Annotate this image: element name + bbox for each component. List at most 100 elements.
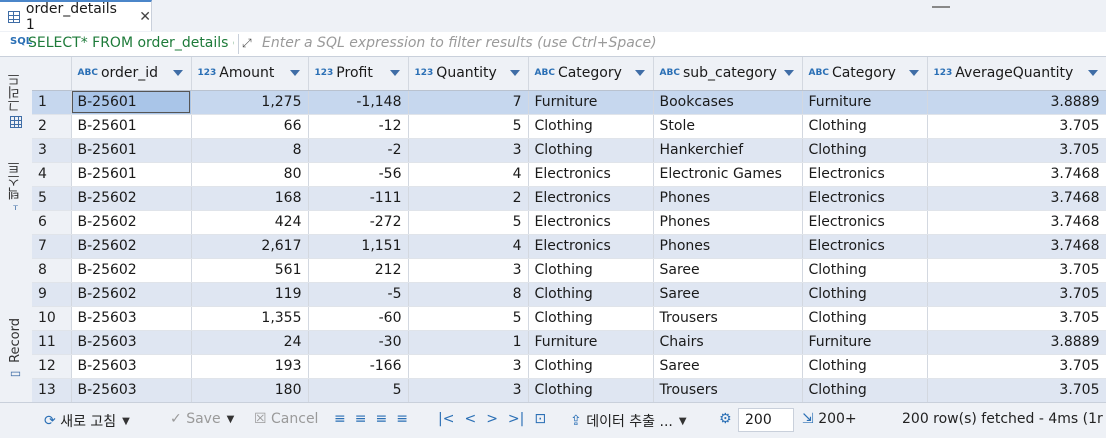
- table-cell[interactable]: 3.7468: [927, 186, 1106, 211]
- table-cell[interactable]: Furniture: [802, 330, 928, 355]
- export-button[interactable]: ⇪ 데이터 추출 ... ▼: [570, 411, 687, 431]
- table-cell[interactable]: B-25602: [71, 282, 192, 307]
- table-cell[interactable]: 3: [408, 258, 529, 283]
- chevron-down-icon[interactable]: [908, 70, 919, 76]
- table-cell[interactable]: 168: [191, 186, 309, 211]
- table-cell[interactable]: Clothing: [802, 258, 928, 283]
- table-cell[interactable]: 24: [191, 330, 309, 355]
- table-row[interactable]: 12 B-25603 193 -166 3 Clothing Saree Clo…: [32, 354, 1106, 379]
- column-header[interactable]: 123 AverageQuantity: [927, 57, 1106, 91]
- table-cell[interactable]: Clothing: [802, 138, 928, 163]
- table-cell[interactable]: Stole: [653, 114, 803, 139]
- table-cell[interactable]: -166: [308, 354, 409, 379]
- table-cell[interactable]: 3.705: [927, 114, 1106, 139]
- add-row-icon[interactable]: ≡: [355, 411, 367, 427]
- table-cell[interactable]: -272: [308, 210, 409, 235]
- table-cell[interactable]: 2,617: [191, 234, 309, 259]
- table-cell[interactable]: 3.705: [927, 378, 1106, 403]
- row-number[interactable]: 11: [32, 330, 72, 355]
- table-cell[interactable]: 7: [408, 90, 529, 115]
- table-cell[interactable]: 8: [408, 282, 529, 307]
- table-row[interactable]: 1 B-25601 1,275 -1,148 7 Furniture Bookc…: [32, 90, 1106, 115]
- table-cell[interactable]: 561: [191, 258, 309, 283]
- table-cell[interactable]: Electronics: [528, 210, 654, 235]
- row-number[interactable]: 12: [32, 354, 72, 379]
- table-row[interactable]: 8 B-25602 561 212 3 Clothing Saree Cloth…: [32, 258, 1106, 283]
- table-cell[interactable]: -56: [308, 162, 409, 187]
- row-number[interactable]: 6: [32, 210, 72, 235]
- table-cell[interactable]: Electronics: [802, 234, 928, 259]
- chevron-down-icon[interactable]: ▼: [227, 414, 235, 425]
- table-cell[interactable]: Bookcases: [653, 90, 803, 115]
- table-cell[interactable]: B-25601: [71, 138, 192, 163]
- table-row[interactable]: 9 B-25602 119 -5 8 Clothing Saree Clothi…: [32, 282, 1106, 307]
- table-cell[interactable]: B-25602: [71, 186, 192, 211]
- row-number[interactable]: 2: [32, 114, 72, 139]
- table-cell[interactable]: 119: [191, 282, 309, 307]
- table-cell[interactable]: Clothing: [528, 138, 654, 163]
- table-cell[interactable]: B-25602: [71, 234, 192, 259]
- table-cell[interactable]: Phones: [653, 210, 803, 235]
- table-cell[interactable]: B-25603: [71, 378, 192, 403]
- close-icon[interactable]: ✕: [139, 9, 151, 25]
- column-header[interactable]: ABC order_id: [71, 57, 192, 91]
- table-row[interactable]: 3 B-25601 8 -2 3 Clothing Hankerchief Cl…: [32, 138, 1106, 163]
- chevron-down-icon[interactable]: ▼: [679, 416, 687, 427]
- row-number[interactable]: 5: [32, 186, 72, 211]
- table-cell[interactable]: -30: [308, 330, 409, 355]
- chevron-down-icon[interactable]: [1087, 70, 1098, 76]
- table-cell[interactable]: 80: [191, 162, 309, 187]
- fetch-more-button[interactable]: ⇲ 200+: [802, 411, 857, 427]
- table-cell[interactable]: B-25601: [71, 90, 192, 115]
- chevron-down-icon[interactable]: [509, 70, 520, 76]
- table-cell[interactable]: 3.8889: [927, 90, 1106, 115]
- table-cell[interactable]: Electronic Games: [653, 162, 803, 187]
- table-cell[interactable]: 3.705: [927, 258, 1106, 283]
- table-cell[interactable]: Clothing: [802, 306, 928, 331]
- table-cell[interactable]: B-25603: [71, 306, 192, 331]
- save-button[interactable]: ✓ Save ▼: [170, 411, 234, 427]
- gear-icon[interactable]: ⚙: [719, 411, 732, 427]
- prev-icon[interactable]: <: [464, 411, 476, 427]
- table-cell[interactable]: 3: [408, 378, 529, 403]
- table-row[interactable]: 13 B-25603 180 5 3 Clothing Trousers Clo…: [32, 378, 1106, 403]
- tab-text[interactable]: 텍스트 ᵀ: [0, 149, 31, 229]
- fetch-size-input[interactable]: 200: [738, 408, 794, 432]
- table-cell[interactable]: Clothing: [528, 282, 654, 307]
- table-cell[interactable]: Electronics: [528, 162, 654, 187]
- table-cell[interactable]: 5: [408, 306, 529, 331]
- filter-input[interactable]: Enter a SQL expression to filter results…: [262, 35, 657, 51]
- table-cell[interactable]: 3.705: [927, 354, 1106, 379]
- table-cell[interactable]: Clothing: [802, 378, 928, 403]
- table-cell[interactable]: 212: [308, 258, 409, 283]
- table-row[interactable]: 5 B-25602 168 -111 2 Electronics Phones …: [32, 186, 1106, 211]
- table-cell[interactable]: Phones: [653, 234, 803, 259]
- table-cell[interactable]: 5: [408, 210, 529, 235]
- table-cell[interactable]: Clothing: [528, 378, 654, 403]
- chevron-down-icon[interactable]: ▼: [122, 416, 130, 427]
- column-header[interactable]: ABC Category: [528, 57, 654, 91]
- table-cell[interactable]: 2: [408, 186, 529, 211]
- table-cell[interactable]: Electronics: [528, 186, 654, 211]
- table-cell[interactable]: Clothing: [528, 306, 654, 331]
- table-cell[interactable]: -60: [308, 306, 409, 331]
- table-cell[interactable]: Trousers: [653, 378, 803, 403]
- table-cell[interactable]: 4: [408, 162, 529, 187]
- table-cell[interactable]: Chairs: [653, 330, 803, 355]
- table-cell[interactable]: Furniture: [802, 90, 928, 115]
- table-cell[interactable]: Clothing: [802, 282, 928, 307]
- table-cell[interactable]: 193: [191, 354, 309, 379]
- chevron-down-icon[interactable]: [289, 70, 300, 76]
- refresh-button[interactable]: ⟳ 새로 고침 ▼: [44, 411, 130, 431]
- table-cell[interactable]: 1,151: [308, 234, 409, 259]
- chevron-down-icon[interactable]: [389, 70, 400, 76]
- table-cell[interactable]: 66: [191, 114, 309, 139]
- table-cell[interactable]: Phones: [653, 186, 803, 211]
- table-cell[interactable]: Clothing: [802, 114, 928, 139]
- table-cell[interactable]: 1,355: [191, 306, 309, 331]
- table-cell[interactable]: Electronics: [802, 162, 928, 187]
- tab-order-details[interactable]: order_details 1 ✕: [0, 0, 152, 33]
- table-row[interactable]: 6 B-25602 424 -272 5 Electronics Phones …: [32, 210, 1106, 235]
- table-cell[interactable]: 3.7468: [927, 162, 1106, 187]
- edit-row-icon[interactable]: ≡: [334, 411, 346, 427]
